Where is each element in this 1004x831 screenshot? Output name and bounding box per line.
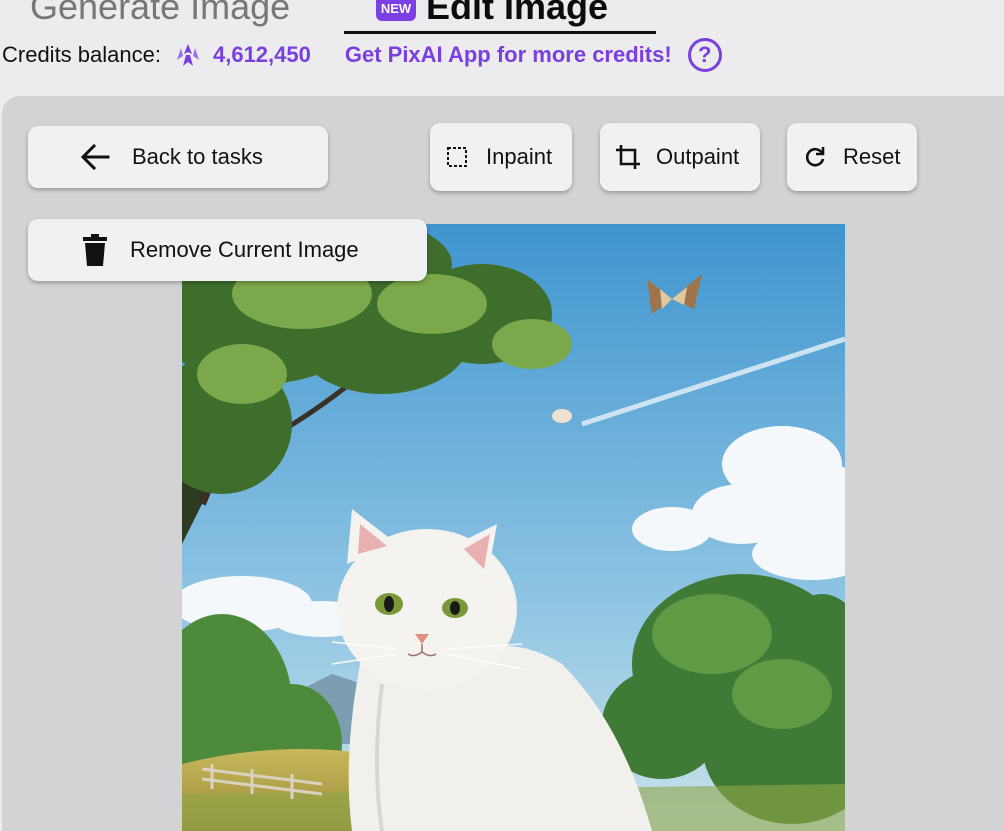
- crop-icon: [616, 145, 640, 169]
- reset-button[interactable]: Reset: [787, 123, 917, 191]
- credits-coin-icon: [176, 44, 199, 66]
- get-app-link[interactable]: Get PixAI App for more credits!: [345, 42, 672, 68]
- remove-current-image-label: Remove Current Image: [130, 237, 359, 262]
- help-icon[interactable]: ?: [687, 38, 722, 72]
- tab-generate-label: Generate Image: [30, 0, 291, 27]
- active-tab-indicator: [344, 31, 656, 34]
- new-badge: NEW: [376, 0, 416, 21]
- credits-row: Credits balance: 4,612,450 Get PixAI App…: [2, 38, 722, 72]
- current-image: [182, 224, 845, 831]
- tab-edit-image[interactable]: NEW Edit Image: [376, 0, 608, 28]
- inpaint-label: Inpaint: [486, 144, 553, 169]
- inpaint-button[interactable]: Inpaint: [430, 123, 572, 191]
- remove-current-image-button[interactable]: Remove Current Image: [28, 219, 427, 281]
- back-to-tasks-label: Back to tasks: [132, 144, 263, 169]
- back-to-tasks-button[interactable]: Back to tasks: [28, 126, 328, 188]
- trash-icon: [83, 234, 107, 266]
- outpaint-label: Outpaint: [656, 144, 740, 169]
- outpaint-button[interactable]: Outpaint: [600, 123, 760, 191]
- reset-label: Reset: [843, 144, 901, 169]
- arrow-left-icon: [80, 143, 110, 171]
- credits-label: Credits balance:: [2, 42, 161, 67]
- tab-bar: Generate Image NEW Edit Image: [0, 0, 1004, 38]
- tab-edit-label: Edit Image: [426, 0, 609, 27]
- credits-value: 4,612,450: [212, 42, 311, 67]
- tab-generate-image[interactable]: Generate Image: [30, 0, 290, 28]
- refresh-icon: [805, 147, 825, 167]
- dashed-selection-icon: [447, 147, 467, 167]
